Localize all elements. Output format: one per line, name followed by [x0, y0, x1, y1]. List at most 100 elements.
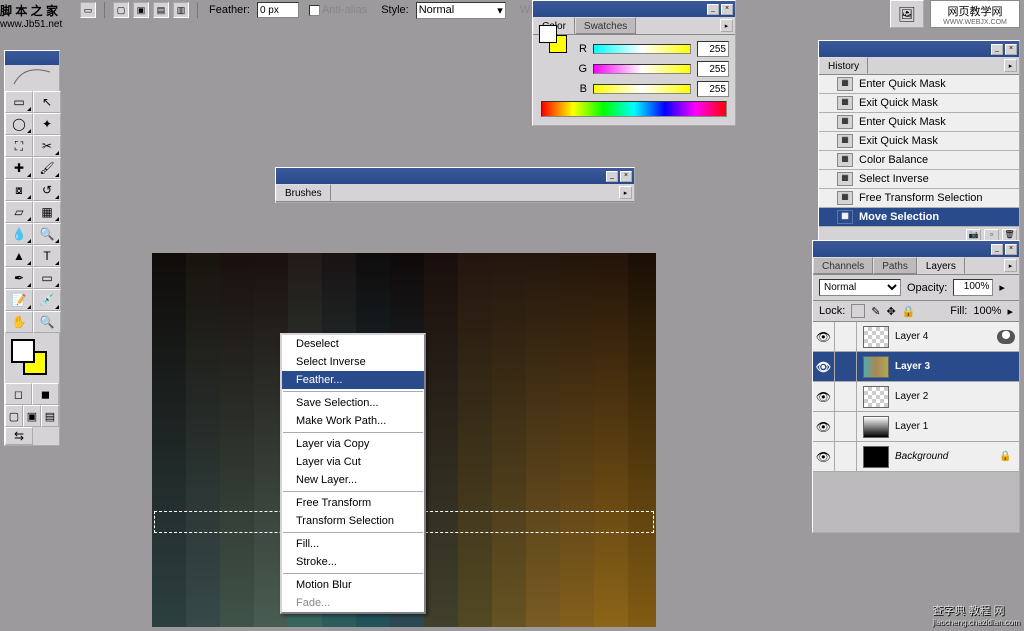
close-icon[interactable]: × — [1005, 44, 1017, 55]
lock-move-icon[interactable]: ✥ — [887, 305, 896, 318]
style-select[interactable]: Normal▾ — [416, 2, 506, 19]
tab-swatches[interactable]: Swatches — [575, 17, 636, 34]
b-value-input[interactable] — [697, 81, 729, 97]
menu-item[interactable]: Feather... — [282, 371, 424, 389]
zoom-tool[interactable]: 🔍 — [33, 311, 61, 333]
lock-transparent-icon[interactable] — [851, 304, 865, 318]
notes-tool[interactable]: 📝 — [5, 289, 33, 311]
layer-name-label[interactable]: Background — [895, 451, 999, 462]
blur-tool[interactable]: 💧 — [5, 223, 33, 245]
close-icon[interactable]: × — [620, 171, 632, 182]
menu-item[interactable]: Transform Selection — [282, 512, 424, 530]
screen-mode-full[interactable]: ▤ — [41, 405, 59, 427]
new-selection-icon[interactable]: ▢ — [113, 2, 129, 18]
layer-thumbnail[interactable] — [863, 356, 889, 378]
layer-row[interactable]: 👁Layer 2 — [813, 382, 1019, 412]
blend-mode-select[interactable]: Normal — [819, 279, 901, 296]
history-item[interactable]: ▦Exit Quick Mask — [819, 132, 1019, 151]
brushes-titlebar[interactable]: _ × — [276, 168, 634, 184]
layer-name-label[interactable]: Layer 4 — [895, 331, 997, 342]
layer-thumbnail[interactable] — [863, 416, 889, 438]
minimize-icon[interactable]: _ — [707, 4, 719, 15]
crop-tool[interactable]: ⛶ — [5, 135, 33, 157]
history-item[interactable]: ▦Free Transform Selection — [819, 189, 1019, 208]
tab-paths[interactable]: Paths — [873, 257, 917, 274]
move-tool[interactable]: ↖ — [33, 91, 61, 113]
quick-mask-button[interactable]: ◼ — [32, 383, 59, 405]
panel-menu-icon[interactable]: ▸ — [1004, 59, 1017, 72]
menu-item[interactable]: Layer via Cut — [282, 453, 424, 471]
r-slider[interactable] — [593, 44, 691, 54]
layer-row[interactable]: 👁 Layer 1 — [813, 412, 1019, 442]
tab-history[interactable]: History — [819, 57, 868, 74]
layer-row[interactable]: 👁Layer 3 — [813, 352, 1019, 382]
menu-item[interactable]: Save Selection... — [282, 394, 424, 412]
close-icon[interactable]: × — [1005, 244, 1017, 255]
panel-menu-icon[interactable]: ▸ — [619, 186, 632, 199]
lock-brush-icon[interactable]: ✎ — [871, 305, 880, 318]
layer-thumbnail[interactable] — [863, 326, 889, 348]
selection-tool-preset-icon[interactable]: ▭ — [80, 2, 96, 18]
link-column[interactable] — [835, 442, 857, 472]
path-select-tool[interactable]: ▲ — [5, 245, 33, 267]
layer-row[interactable]: 👁Background🔒 — [813, 442, 1019, 472]
layer-effects-badge[interactable]: ⬤ — [997, 330, 1015, 344]
foreground-background-swatch[interactable] — [9, 337, 55, 379]
visibility-toggle[interactable]: 👁 — [813, 412, 835, 442]
color-ramp[interactable] — [541, 101, 727, 117]
slice-tool[interactable]: ✂ — [33, 135, 61, 157]
brush-tool[interactable]: 🖌 — [33, 157, 61, 179]
foreground-color-swatch[interactable] — [11, 339, 35, 363]
layer-thumbnail[interactable] — [863, 446, 889, 468]
visibility-toggle[interactable]: 👁 — [813, 322, 835, 352]
tab-channels[interactable]: Channels — [813, 257, 873, 274]
layers-titlebar[interactable]: _ × — [813, 241, 1019, 257]
menu-item[interactable]: Make Work Path... — [282, 412, 424, 430]
history-item[interactable]: ▦Color Balance — [819, 151, 1019, 170]
feather-input[interactable] — [257, 2, 299, 18]
color-panel-titlebar[interactable]: _ × — [533, 1, 735, 17]
type-tool[interactable]: T — [33, 245, 61, 267]
panel-menu-icon[interactable]: ▸ — [720, 19, 733, 32]
menu-item[interactable]: Fill... — [282, 535, 424, 553]
healing-brush-tool[interactable]: ✚ — [5, 157, 33, 179]
minimize-icon[interactable]: _ — [991, 44, 1003, 55]
g-slider[interactable] — [593, 64, 691, 74]
history-item[interactable]: ▦Enter Quick Mask — [819, 75, 1019, 94]
eyedropper-tool[interactable]: 💉 — [33, 289, 61, 311]
history-item[interactable]: ▦Select Inverse — [819, 170, 1019, 189]
history-item[interactable]: ▦Move Selection — [819, 208, 1019, 227]
visibility-toggle[interactable]: 👁 — [813, 352, 835, 382]
gradient-tool[interactable]: ▦ — [33, 201, 61, 223]
hand-tool[interactable]: ✋ — [5, 311, 33, 333]
history-brush-tool[interactable]: ↺ — [33, 179, 61, 201]
toolbox-titlebar[interactable] — [5, 51, 59, 65]
visibility-toggle[interactable]: 👁 — [813, 382, 835, 412]
layer-name-label[interactable]: Layer 1 — [895, 421, 1019, 432]
standard-mode-button[interactable]: ◻ — [5, 383, 32, 405]
menu-item[interactable]: Motion Blur — [282, 576, 424, 594]
opacity-input[interactable]: 100% — [953, 279, 993, 296]
link-column[interactable] — [835, 322, 857, 352]
history-titlebar[interactable]: _ × — [819, 41, 1019, 57]
lasso-tool[interactable]: ◯ — [5, 113, 33, 135]
color-fg-swatch[interactable] — [539, 25, 557, 43]
screen-mode-full-menubar[interactable]: ▣ — [23, 405, 41, 427]
eraser-tool[interactable]: ▱ — [5, 201, 33, 223]
file-browser-button[interactable]: 🖼 — [890, 0, 924, 28]
menu-item[interactable]: Free Transform — [282, 494, 424, 512]
b-slider[interactable] — [593, 84, 691, 94]
tab-brushes[interactable]: Brushes — [276, 184, 331, 201]
fill-input[interactable]: 100% — [973, 305, 1001, 317]
shape-tool[interactable]: ▭ — [33, 267, 61, 289]
menu-item[interactable]: Stroke... — [282, 553, 424, 571]
dodge-tool[interactable]: 🔍 — [33, 223, 61, 245]
marquee-tool[interactable]: ▭ — [5, 91, 33, 113]
menu-item[interactable]: Deselect — [282, 335, 424, 353]
history-item[interactable]: ▦Enter Quick Mask — [819, 113, 1019, 132]
r-value-input[interactable] — [697, 41, 729, 57]
link-column[interactable] — [835, 412, 857, 442]
subtract-selection-icon[interactable]: ▤ — [153, 2, 169, 18]
menu-item[interactable]: New Layer... — [282, 471, 424, 489]
screen-mode-standard[interactable]: ▢ — [5, 405, 23, 427]
